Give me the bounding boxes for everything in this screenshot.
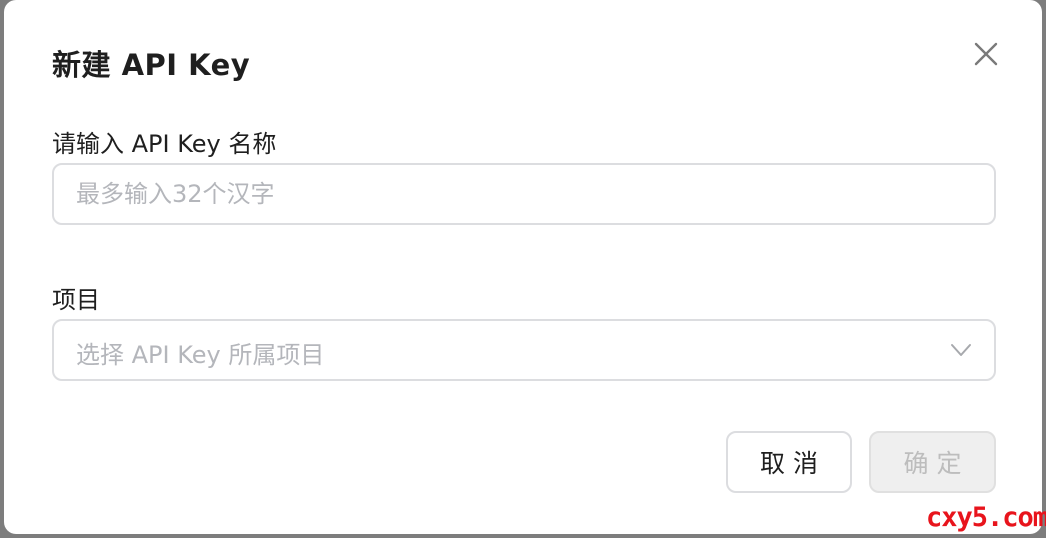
project-field-label: 项目 <box>52 286 100 314</box>
close-button[interactable] <box>968 36 1004 72</box>
watermark-logo: cxy5.com <box>926 502 1046 533</box>
api-key-name-input[interactable] <box>76 165 956 223</box>
create-api-key-dialog: 新建 API Key 请输入 API Key 名称 项目 选择 API Key … <box>4 0 1042 534</box>
confirm-button[interactable]: 确定 <box>869 431 996 493</box>
project-select[interactable]: 选择 API Key 所属项目 <box>52 319 996 381</box>
name-input-wrapper <box>52 163 996 225</box>
close-icon <box>974 42 998 66</box>
dialog-title: 新建 API Key <box>52 48 251 82</box>
name-field-label: 请输入 API Key 名称 <box>52 130 277 158</box>
chevron-down-icon <box>951 344 971 356</box>
project-select-placeholder: 选择 API Key 所属项目 <box>76 341 325 369</box>
cancel-button[interactable]: 取消 <box>726 431 852 493</box>
